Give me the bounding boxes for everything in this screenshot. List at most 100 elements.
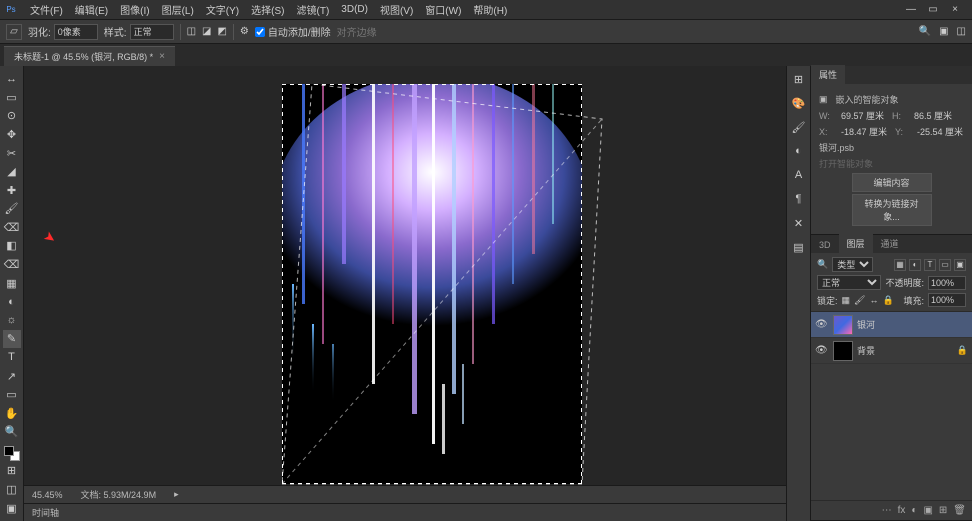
menu-layer[interactable]: 图层(L) [156,0,200,19]
tab-3d[interactable]: 3D [811,237,839,253]
current-tool-icon[interactable]: ▱ [6,24,22,40]
feather-input[interactable] [54,24,98,40]
x-value[interactable]: -18.47 厘米 [841,125,887,138]
screen-mode[interactable]: ▣ [3,499,21,517]
properties-tab[interactable]: 属性 [811,65,845,84]
blend-mode-select[interactable]: 正常 [817,275,881,290]
menu-window[interactable]: 窗口(W) [419,0,467,19]
marquee-tool[interactable]: ▭ [3,89,21,107]
character-panel-icon[interactable]: A [790,166,808,184]
layer-row[interactable]: 👁 背景 🔒 [811,338,972,364]
3d-panel-icon[interactable]: ✕ [790,214,808,232]
lock-position-icon[interactable]: ↔ [869,295,878,305]
foreground-color[interactable] [4,446,14,456]
layer-name[interactable]: 背景 [857,344,953,357]
filter-pixel-icon[interactable]: ▦ [894,259,906,271]
heal-tool[interactable]: ✚ [3,181,21,199]
eyedropper-tool[interactable]: ◢ [3,163,21,181]
mode-icon-1[interactable]: ◫ [187,26,196,37]
zoom-level[interactable]: 45.45% [32,490,63,500]
hand-tool[interactable]: ✋ [3,404,21,422]
menu-help[interactable]: 帮助(H) [467,0,513,19]
layer-name[interactable]: 银河 [857,318,968,331]
menu-view[interactable]: 视图(V) [374,0,419,19]
quick-mask[interactable]: ◫ [3,481,21,499]
delete-layer-icon[interactable]: 🗑 [953,505,966,516]
w-value[interactable]: 69.57 厘米 [841,109,884,122]
color-panel-icon[interactable]: 🎨 [790,94,808,112]
history-brush-tool[interactable]: ◧ [3,237,21,255]
blur-tool[interactable]: ◐ [3,293,21,311]
menu-filter[interactable]: 滤镜(T) [291,0,336,19]
type-tool[interactable]: T [3,349,21,367]
status-caret-icon[interactable]: ▸ [174,489,179,500]
menu-image[interactable]: 图像(I) [114,0,155,19]
more-panel-icon[interactable]: ▤ [790,238,808,256]
menu-edit[interactable]: 编辑(E) [69,0,114,19]
kind-filter[interactable]: 类型 [832,257,873,272]
layer-thumbnail[interactable] [833,341,853,361]
filter-icon[interactable]: 🔍 [817,259,828,270]
shape-tool[interactable]: ▭ [3,386,21,404]
filter-type-icon[interactable]: T [924,259,936,271]
path-tool[interactable]: ↗ [3,367,21,385]
history-panel-icon[interactable]: ⊞ [790,70,808,88]
dodge-tool[interactable]: ☼ [3,312,21,330]
lock-transparent-icon[interactable]: ▦ [842,295,851,306]
h-value[interactable]: 86.5 厘米 [914,109,952,122]
link-layers-icon[interactable]: ⋯ [882,505,892,516]
auto-add-checkbox[interactable] [255,27,265,37]
brushes-panel-icon[interactable]: 🖌 [790,118,808,136]
document-tab[interactable]: 未标题-1 @ 45.5% (银河, RGB/8) * × [4,46,175,66]
tab-close-icon[interactable]: × [159,51,165,62]
pen-tool[interactable]: ✎ [3,330,21,348]
menu-select[interactable]: 选择(S) [245,0,290,19]
convert-linked-button[interactable]: 转换为链接对象... [852,194,932,226]
crop-tool[interactable]: ✂ [3,144,21,162]
maximize-button[interactable]: ▭ [926,3,940,17]
new-layer-icon[interactable]: ⊞ [939,505,947,516]
edit-contents-button[interactable]: 编辑内容 [852,173,932,192]
lock-paint-icon[interactable]: 🖌 [854,295,865,306]
visibility-toggle[interactable]: 👁 [815,345,829,356]
adjustments-panel-icon[interactable]: ◐ [790,142,808,160]
search-icon[interactable]: 🔍 [919,26,931,37]
style-select[interactable] [130,24,174,40]
y-value[interactable]: -25.54 厘米 [917,125,963,138]
gear-icon[interactable]: ⚙ [240,26,249,37]
lasso-tool[interactable]: ⊙ [3,107,21,125]
paragraph-panel-icon[interactable]: ¶ [790,190,808,208]
canvas-viewport[interactable]: ➤ [24,66,786,485]
eraser-tool[interactable]: ⌫ [3,256,21,274]
fill-input[interactable] [928,293,966,307]
gradient-tool[interactable]: ▦ [3,274,21,292]
layer-thumbnail[interactable] [833,315,853,335]
mask-icon[interactable]: ◐ [911,505,917,516]
fx-icon[interactable]: fx [898,505,906,516]
wand-tool[interactable]: ✥ [3,126,21,144]
edit-toolbar[interactable]: ⊞ [3,462,21,480]
filter-shape-icon[interactable]: ▭ [939,259,951,271]
filter-smart-icon[interactable]: ▣ [954,259,966,271]
brush-tool[interactable]: 🖌 [3,200,21,218]
tab-layers[interactable]: 图层 [839,234,873,253]
mode-icon-3[interactable]: ◩ [217,26,226,37]
adjustment-layer-icon[interactable]: ▣ [923,505,932,516]
menu-file[interactable]: 文件(F) [24,0,69,19]
zoom-tool[interactable]: 🔍 [3,423,21,441]
menu-3d[interactable]: 3D(D) [335,2,374,17]
move-tool[interactable]: ↔ [3,70,21,88]
share-icon[interactable]: ▣ [939,26,948,37]
visibility-toggle[interactable]: 👁 [815,319,829,330]
menu-type[interactable]: 文字(Y) [200,0,245,19]
tab-channels[interactable]: 通道 [873,234,907,253]
timeline-panel[interactable]: 时间轴 [24,503,786,521]
opacity-input[interactable] [928,276,966,290]
lock-all-icon[interactable]: 🔒 [882,295,893,306]
close-button[interactable]: × [948,3,962,17]
arrange-icon[interactable]: ◫ [957,26,966,37]
minimize-button[interactable]: — [904,3,918,17]
layer-row[interactable]: 👁 银河 [811,312,972,338]
color-swatch[interactable] [4,446,20,462]
stamp-tool[interactable]: ⌫ [3,219,21,237]
